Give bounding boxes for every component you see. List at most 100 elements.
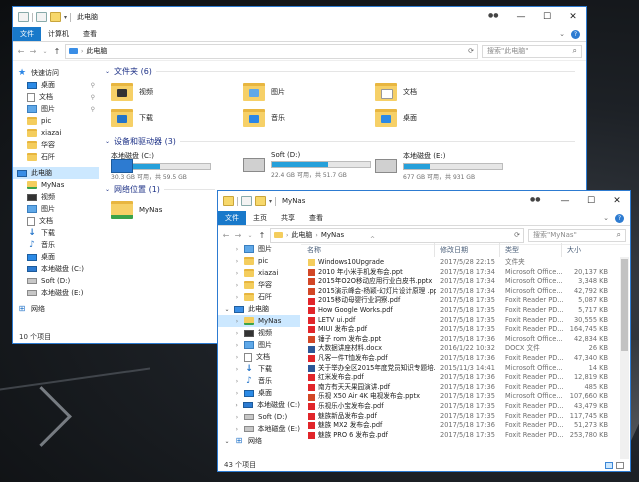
recent-chevron-icon[interactable]: ⌄ <box>246 232 254 239</box>
expand-ribbon-icon[interactable]: ⌄ <box>603 214 609 222</box>
nav-item[interactable]: ⌄ 此电脑 <box>218 303 300 315</box>
breadcrumb-this-pc[interactable]: 此电脑 <box>291 230 312 240</box>
nav-item[interactable]: › MyNas <box>218 315 300 327</box>
devices-group-header[interactable]: ⌄ 设备和驱动器 (3) <box>105 135 575 147</box>
folder-tile-videos[interactable]: 视频 <box>111 83 153 101</box>
nav-item[interactable]: › ↓ 下载 <box>218 363 300 375</box>
nav-item-documents-pc[interactable]: 文档 <box>13 215 99 227</box>
details-view-button[interactable] <box>605 461 613 469</box>
help-icon[interactable]: ? <box>615 213 624 223</box>
nav-network[interactable]: ⊞ 网络 <box>13 303 99 315</box>
new-folder-icon[interactable] <box>50 12 61 22</box>
breadcrumb-mynas[interactable]: MyNas <box>321 231 344 239</box>
search-input[interactable]: 搜索"MyNas" ⌕ <box>528 228 626 242</box>
nav-item-documents[interactable]: 文档 ⚲ <box>13 91 99 103</box>
breadcrumb-this-pc[interactable]: 此电脑 <box>86 46 107 56</box>
address-path[interactable]: › 此电脑 ⟳ <box>65 43 478 59</box>
folder-tile-desktop[interactable]: 桌面 <box>375 109 417 127</box>
file-row[interactable]: Windows10Upgrade 2017/5/28 22:15 文件夹 <box>304 258 614 268</box>
file-row[interactable]: LETV ui.pdf 2017/5/18 17:35 Foxit Reader P… <box>304 316 614 326</box>
folder-tile-downloads[interactable]: 下载 <box>111 109 153 127</box>
nav-item-drive-e[interactable]: 本地磁盘 (E:) <box>13 287 99 299</box>
chevron-right-icon[interactable]: › <box>234 378 240 385</box>
tab-view[interactable]: 查看 <box>76 27 104 41</box>
nav-item[interactable]: › ♪ 音乐 <box>218 375 300 387</box>
nav-item-pictures-pc[interactable]: 图片 <box>13 203 99 215</box>
nav-item[interactable]: › 文档 <box>218 351 300 363</box>
chevron-right-icon[interactable]: › <box>234 246 240 253</box>
nav-item[interactable]: › 本地磁盘 (E:) <box>218 423 300 435</box>
file-row[interactable]: 关于举办全区2015年度党员知识专题培... 2015/11/3 14:41 Mic… <box>304 364 614 374</box>
nav-item-desktop-pc[interactable]: 桌面 <box>13 251 99 263</box>
nav-item-pictures[interactable]: 图片 ⚲ <box>13 103 99 115</box>
customize-toolbar-icon[interactable]: ▾ <box>64 14 67 21</box>
address-path[interactable]: › 此电脑 › MyNas ⟳ <box>270 227 524 243</box>
maximize-button[interactable]: ☐ <box>534 7 560 27</box>
tab-share[interactable]: 共享 <box>274 211 302 225</box>
file-row[interactable]: 南方有天天果园演讲.pdf 2017/5/18 17:36 Foxit Reader… <box>304 383 614 393</box>
file-row[interactable]: 魅族 MX2 发布会.pdf 2017/5/18 17:36 Foxit Reade… <box>304 421 614 431</box>
file-row[interactable]: 2015移动母婴行业洞察.pdf 2017/5/18 17:35 Foxit Rea… <box>304 296 614 306</box>
nav-item[interactable]: › 华容 <box>218 279 300 291</box>
folder-tile-music[interactable]: 音乐 <box>243 109 285 127</box>
chevron-right-icon[interactable]: › <box>234 258 240 265</box>
up-arrow-icon[interactable]: ↑ <box>53 47 61 56</box>
folder-tile-documents[interactable]: 文档 <box>375 83 417 101</box>
nav-item[interactable]: ⌄ ⊞ 网络 <box>218 435 300 447</box>
file-row[interactable]: 大数据讲座材料.docx 2016/1/22 10:32 DOCX 文件 26 KB <box>304 344 614 354</box>
tab-file[interactable]: 文件 <box>13 27 41 41</box>
vertical-scrollbar[interactable] <box>620 257 629 461</box>
nav-item-desktop[interactable]: 桌面 ⚲ <box>13 79 99 91</box>
chevron-right-icon[interactable]: › <box>234 342 240 349</box>
back-arrow-icon[interactable]: ← <box>17 47 25 56</box>
chevron-right-icon[interactable]: › <box>234 330 240 337</box>
minimize-button[interactable]: — <box>552 191 578 211</box>
nav-item[interactable]: › 石阡 <box>218 291 300 303</box>
properties-icon[interactable] <box>36 12 47 22</box>
nav-item[interactable]: › Soft (D:) <box>218 411 300 423</box>
chevron-right-icon[interactable]: › <box>234 426 240 433</box>
up-arrow-icon[interactable]: ↑ <box>258 231 266 240</box>
refresh-icon[interactable]: ⟳ <box>514 231 523 239</box>
column-header-date[interactable]: 修改日期 <box>437 243 500 257</box>
network-tile-mynas[interactable]: MyNas <box>111 201 162 219</box>
tab-view[interactable]: 查看 <box>302 211 330 225</box>
file-row[interactable]: 魅族 PRO 6 发布会.pdf 2017/5/18 17:35 Foxit Rea… <box>304 431 614 441</box>
file-row[interactable]: 2015年O2O移动应用行业白皮书.pptx 2017/5/18 17:34 Mic… <box>304 277 614 287</box>
chevron-right-icon[interactable]: › <box>234 402 239 409</box>
nav-item-downloads[interactable]: ↓ 下载 <box>13 227 99 239</box>
folders-group-header[interactable]: ⌄ 文件夹 (6) <box>105 65 575 77</box>
column-header-size[interactable]: 大小 <box>564 243 612 257</box>
nav-item-videos[interactable]: 视频 <box>13 191 99 203</box>
new-folder-icon[interactable] <box>255 196 266 206</box>
nav-item[interactable]: › xiazai <box>218 267 300 279</box>
file-row[interactable]: 红米发布会.pdf 2017/5/18 17:36 Foxit Reader PD.… <box>304 373 614 383</box>
nav-item-drive-d[interactable]: Soft (D:) <box>13 275 99 287</box>
folder-tile-pictures[interactable]: 图片 <box>243 83 285 101</box>
file-row[interactable]: 锤子 rom 发布会.ppt 2017/5/18 17:36 Microsoft O… <box>304 335 614 345</box>
nav-item[interactable]: › pic <box>218 255 300 267</box>
tab-file[interactable]: 文件 <box>218 211 246 225</box>
search-input[interactable]: 搜索"此电脑" ⌕ <box>482 44 582 58</box>
forward-arrow-icon[interactable]: → <box>29 47 37 56</box>
nav-item-huarong[interactable]: 华容 <box>13 139 99 151</box>
expand-ribbon-icon[interactable]: ⌄ <box>559 30 565 38</box>
nav-item-mynas[interactable]: MyNas <box>13 179 99 191</box>
nav-item-xiazai[interactable]: xiazai <box>13 127 99 139</box>
file-row[interactable]: MIUI 发布会.pdf 2017/5/18 17:35 Foxit Reader … <box>304 325 614 335</box>
chevron-down-icon[interactable]: ⌄ <box>224 438 230 445</box>
nav-item-shiqian[interactable]: 石阡 <box>13 151 99 163</box>
drive-tile-c[interactable]: 本地磁盘 (C:) 30.3 GB 可用，共 59.5 GB <box>111 151 211 181</box>
nav-item-pic[interactable]: pic <box>13 115 99 127</box>
chevron-right-icon[interactable]: › <box>234 318 240 325</box>
chevron-right-icon[interactable]: › <box>234 366 240 373</box>
chevron-right-icon[interactable]: › <box>234 354 240 361</box>
nav-item[interactable]: › 桌面 <box>218 387 300 399</box>
back-arrow-icon[interactable]: ← <box>222 231 230 240</box>
nav-item-drive-c[interactable]: 本地磁盘 (C:) <box>13 263 99 275</box>
maximize-button[interactable]: ☐ <box>578 191 604 211</box>
nav-item-music[interactable]: ♪ 音乐 <box>13 239 99 251</box>
properties-icon[interactable] <box>241 196 252 206</box>
tab-computer[interactable]: 计算机 <box>41 27 76 41</box>
large-icons-view-button[interactable] <box>616 461 624 469</box>
